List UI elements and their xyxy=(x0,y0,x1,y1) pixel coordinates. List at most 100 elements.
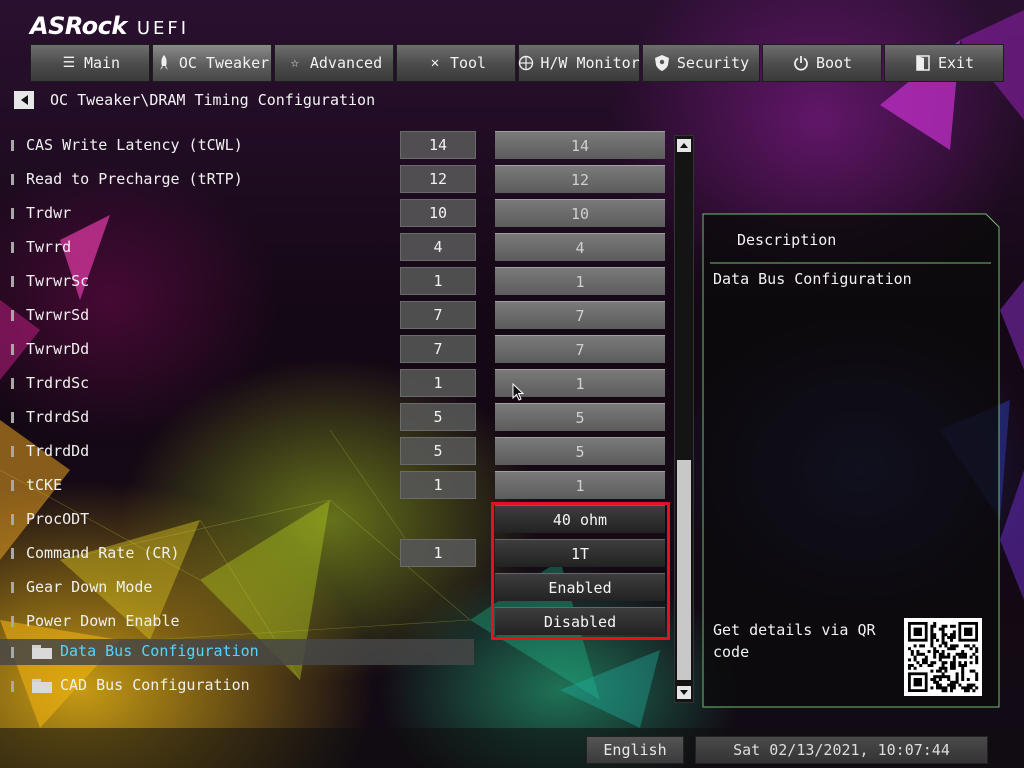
value-button[interactable]: 10 xyxy=(495,199,665,227)
tab-advanced[interactable]: ☆ Advanced xyxy=(274,44,394,82)
arrow-down-icon xyxy=(680,690,688,695)
setting-row[interactable]: TrdrdSc 1 1 xyxy=(0,369,670,399)
monitor-icon xyxy=(518,54,534,72)
submenu-label: CAD Bus Configuration xyxy=(60,676,250,694)
setting-label: TwrwrSc xyxy=(26,272,90,290)
setting-label: CAS Write Latency (tCWL) xyxy=(26,136,243,154)
current-value: 10 xyxy=(400,199,476,227)
value-button[interactable]: 1 xyxy=(495,471,665,499)
asrock-logo: ASRock UEFI xyxy=(30,12,189,40)
scroll-up-button[interactable] xyxy=(677,139,691,152)
current-value: 4 xyxy=(400,233,476,261)
item-marker xyxy=(11,208,14,219)
current-value: 1 xyxy=(400,471,476,499)
value-button[interactable]: 5 xyxy=(495,437,665,465)
setting-label: Read to Precharge (tRTP) xyxy=(26,170,243,188)
setting-row[interactable]: TrdrdSd 5 5 xyxy=(0,403,670,433)
setting-label: Gear Down Mode xyxy=(26,578,153,596)
scroll-down-button[interactable] xyxy=(677,686,691,699)
item-marker xyxy=(11,514,14,525)
setting-label: Power Down Enable xyxy=(26,612,180,630)
folder-icon xyxy=(32,679,52,693)
setting-row[interactable]: TwrwrSd 7 7 xyxy=(0,301,670,331)
tab-tool[interactable]: ✕ Tool xyxy=(396,44,516,82)
setting-row[interactable]: Trdwr 10 10 xyxy=(0,199,670,229)
setting-label: Command Rate (CR) xyxy=(26,544,180,562)
item-marker xyxy=(11,310,14,321)
list-icon: ☰ xyxy=(62,55,76,71)
tab-security-label: Security xyxy=(676,54,750,72)
setting-label: TrdrdSd xyxy=(26,408,90,426)
value-button[interactable]: 14 xyxy=(495,131,665,159)
setting-label: TrdrdDd xyxy=(26,442,90,460)
tab-oc-tweaker[interactable]: OC Tweaker xyxy=(152,44,272,82)
breadcrumb-text: OC Tweaker\DRAM Timing Configuration xyxy=(50,91,376,109)
tab-advanced-label: Advanced xyxy=(309,54,383,72)
scroll-thumb[interactable] xyxy=(677,460,691,680)
star-icon: ☆ xyxy=(290,55,300,71)
current-value: 7 xyxy=(400,301,476,329)
setting-label: ProcODT xyxy=(26,510,90,528)
value-button[interactable]: 7 xyxy=(495,301,665,329)
setting-label: Twrrd xyxy=(26,238,72,256)
arrow-up-icon xyxy=(680,143,688,148)
setting-label: Trdwr xyxy=(26,204,72,222)
rocket-icon xyxy=(155,54,173,72)
mouse-cursor-icon xyxy=(512,383,524,401)
current-value: 5 xyxy=(400,403,476,431)
exit-door-icon xyxy=(914,54,932,72)
setting-row[interactable]: Twrrd 4 4 xyxy=(0,233,670,263)
tab-boot[interactable]: Boot xyxy=(762,44,882,82)
language-button[interactable]: English xyxy=(586,736,684,764)
setting-label: tCKE xyxy=(26,476,63,494)
item-marker xyxy=(11,446,14,457)
submenu-data-bus-configuration[interactable]: Data Bus Configuration xyxy=(0,639,474,665)
qr-caption: Get details via QR code xyxy=(713,621,876,661)
current-value: 1 xyxy=(400,369,476,397)
tab-oc-tweaker-label: OC Tweaker xyxy=(178,54,270,72)
back-arrow-icon xyxy=(20,95,28,105)
tab-main[interactable]: ☰ Main xyxy=(30,44,150,82)
breadcrumb: OC Tweaker\DRAM Timing Configuration xyxy=(14,90,375,110)
shield-icon xyxy=(653,54,671,72)
description-panel: Description Data Bus Configuration Get d… xyxy=(702,213,1000,708)
value-button[interactable]: 12 xyxy=(495,165,665,193)
brand-name: ASRock xyxy=(30,12,127,40)
setting-row[interactable]: TwrwrSc 1 1 xyxy=(0,267,670,297)
settings-scrollbar[interactable] xyxy=(674,135,694,703)
tab-exit-label: Exit xyxy=(937,54,975,72)
current-value: 7 xyxy=(400,335,476,363)
setting-row[interactable]: Read to Precharge (tRTP) 12 12 xyxy=(0,165,670,195)
qr-code xyxy=(904,618,982,696)
tab-main-label: Main xyxy=(83,54,121,72)
item-marker xyxy=(11,242,14,253)
item-marker xyxy=(11,276,14,287)
setting-row[interactable]: CAS Write Latency (tCWL) 14 14 xyxy=(0,131,670,161)
value-button[interactable]: 1 xyxy=(495,267,665,295)
tab-exit[interactable]: Exit xyxy=(884,44,1004,82)
product-name: UEFI xyxy=(136,18,190,39)
value-button[interactable]: 7 xyxy=(495,335,665,363)
datetime-display: Sat 02/13/2021, 10:07:44 xyxy=(695,736,988,764)
main-tab-bar: ☰ Main OC Tweaker ☆ Advanced ✕ Tool H/W … xyxy=(30,44,1004,84)
value-button[interactable]: 5 xyxy=(495,403,665,431)
tab-boot-label: Boot xyxy=(815,54,853,72)
item-marker xyxy=(11,174,14,185)
back-button[interactable] xyxy=(14,91,34,109)
description-title: Description xyxy=(737,231,837,249)
setting-row[interactable]: TrdrdDd 5 5 xyxy=(0,437,670,467)
setting-row[interactable]: TwrwrDd 7 7 xyxy=(0,335,670,365)
item-marker xyxy=(11,344,14,355)
submenu-cad-bus-configuration[interactable]: CAD Bus Configuration xyxy=(0,673,474,699)
setting-row[interactable]: tCKE 1 1 xyxy=(0,471,670,501)
tab-security[interactable]: Security xyxy=(642,44,760,82)
submenu-label: Data Bus Configuration xyxy=(60,642,259,660)
item-marker xyxy=(11,616,14,627)
item-marker xyxy=(11,582,14,593)
setting-label: TwrwrDd xyxy=(26,340,90,358)
value-button[interactable]: 4 xyxy=(495,233,665,261)
item-marker xyxy=(11,412,14,423)
tab-hw-monitor[interactable]: H/W Monitor xyxy=(518,44,640,82)
item-marker xyxy=(11,378,14,389)
power-icon xyxy=(792,54,810,72)
